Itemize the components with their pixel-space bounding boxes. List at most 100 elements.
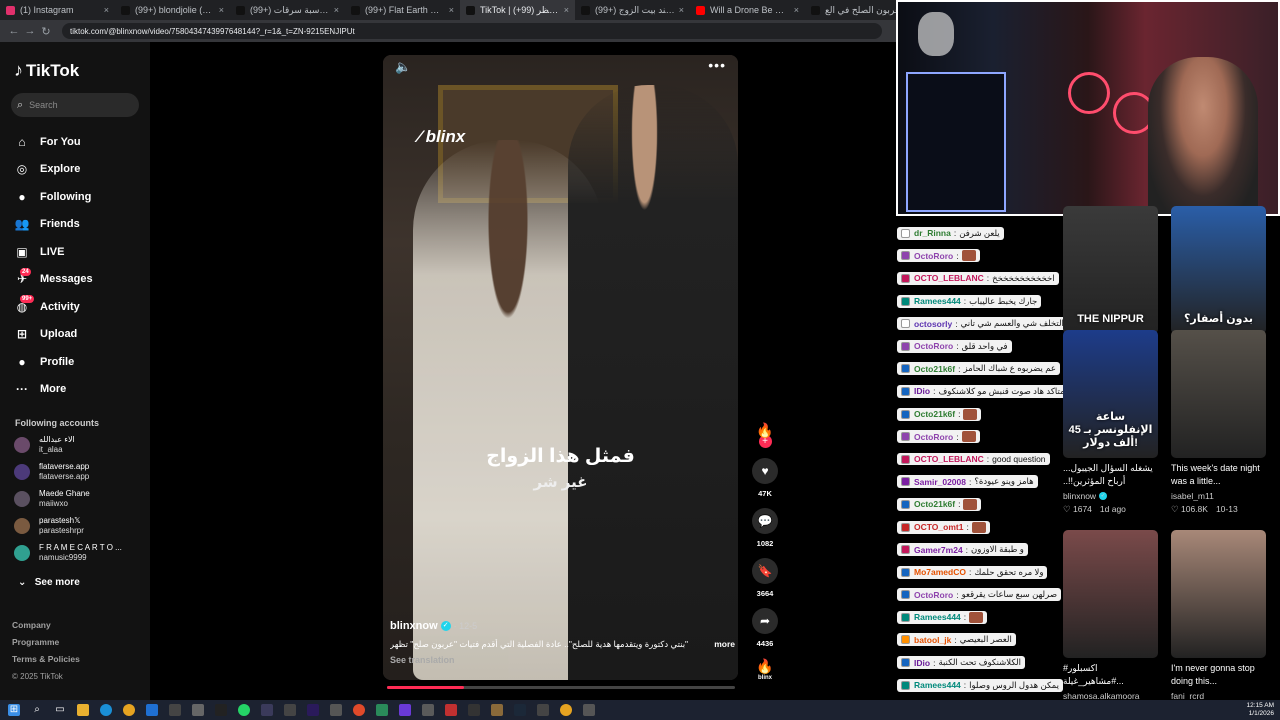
whatsapp-icon[interactable] [238,704,250,716]
chrome-icon[interactable] [560,704,572,716]
following-account[interactable]: الاء عبدالله it_alaa [14,434,144,456]
video-thumbnail[interactable]: بدون أصفار؟ [1171,206,1266,334]
tab-close-icon[interactable]: × [794,5,799,15]
app-icon[interactable] [215,704,227,716]
task-view-icon[interactable]: ▭ [54,704,66,716]
share-icon[interactable]: ➦ [752,608,778,634]
nav-item-messages[interactable]: ✈ 24 Messages [14,266,146,294]
browser-tab[interactable]: (99+) blondjolie (@blondjolie × [115,0,230,20]
following-account[interactable]: flataverse.app flataverse.app [14,461,144,483]
following-account[interactable]: parastesh𝕏 parasteshrpr [14,515,144,537]
nav-item-activity[interactable]: ◍ 99+ Activity [14,293,146,321]
footer-link-programme[interactable]: Programme [12,634,80,651]
search-icon[interactable]: ⌕ [31,704,43,716]
more-options-icon[interactable]: ••• [708,57,726,73]
video-username[interactable]: blinxnow [1063,491,1096,501]
video-thumbnail[interactable] [1063,530,1158,658]
browser-tab[interactable]: (99+) Flat Earth Challenge: De × [345,0,460,20]
nav-item-profile[interactable]: ● Profile [14,348,146,376]
app-icon[interactable] [169,704,181,716]
video-username[interactable]: fani_rcrd [1171,691,1204,700]
tab-close-icon[interactable]: × [219,5,224,15]
premiere-icon[interactable] [307,704,319,716]
reload-icon[interactable]: ↻ [38,25,54,38]
mail-icon[interactable] [146,704,158,716]
tab-title: (99+) blondjolie (@blondjolie [135,5,215,15]
related-video-card[interactable]: ساعة الإنفلونسر بـ 45 ألف دولار! يشغله ال… [1063,330,1158,515]
video-thumbnail[interactable]: THE NIPPUR [1063,206,1158,334]
related-video-card[interactable]: I'm never gonna stop doing this... fani_r… [1171,530,1266,700]
related-video-card[interactable]: This week's date night was a little... is… [1171,330,1266,515]
app-icon[interactable] [491,704,503,716]
forward-icon[interactable]: → [22,25,38,37]
app-icon[interactable] [376,704,388,716]
see-translation-link[interactable]: See translation [390,655,735,665]
nav-item-for-you[interactable]: ⌂ For You [14,128,146,156]
nav-item-upload[interactable]: ⊞ Upload [14,321,146,349]
chrome-icon[interactable] [123,704,135,716]
following-account[interactable]: F R A M E C A R T O ... namusic9999 [14,542,144,564]
app-icon[interactable] [445,704,457,716]
volume-icon[interactable]: 🔈 [395,59,411,75]
app-icon[interactable] [399,704,411,716]
steam-icon[interactable] [514,704,526,716]
more-link[interactable]: more [714,639,735,650]
app-icon[interactable] [422,704,434,716]
nav-item-friends[interactable]: 👥 Friends [14,211,146,239]
video-thumbnail[interactable] [1171,530,1266,658]
video-thumbnail[interactable]: ساعة الإنفلونسر بـ 45 ألف دولار! [1063,330,1158,458]
comment-icon[interactable]: 💬 [752,508,778,534]
video-progress-bar[interactable] [387,686,735,689]
chat-emote-icon [961,431,976,443]
search-input[interactable]: ⌕ Search [11,93,139,117]
browser-tab[interactable]: (99+) مطالبات بمحاسبة سرقات × [230,0,345,20]
chat-user-badge-icon [901,251,910,261]
footer-link-company[interactable]: Company [12,617,80,634]
app-icon[interactable] [583,704,595,716]
nav-item-more[interactable]: ··· More [14,376,146,404]
see-more-button[interactable]: ⌄ See more [18,577,80,588]
app-icon[interactable] [192,704,204,716]
tab-close-icon[interactable]: × [679,5,684,15]
video-username[interactable]: shamosa.alkamoora [1063,691,1140,700]
browser-tab[interactable]: TikTok | المهدي المنتظر (99+) × [460,0,575,20]
like-icon[interactable]: ♥ [752,458,778,484]
following-account[interactable]: Maede Ghane maiiwxo [14,488,144,510]
related-video-card[interactable]: اكسبلور# #مشاهير_غيلة... shamosa.alkamoor… [1063,530,1158,700]
browser-tab[interactable]: (99+) تهويلك غير عند بيت الزوج × [575,0,690,20]
app-icon[interactable] [284,704,296,716]
sound-disc-icon[interactable]: 🔥 [751,658,779,675]
back-icon[interactable]: ← [6,25,22,37]
video-thumbnail[interactable] [1171,330,1266,458]
chat-separator: : [963,612,967,623]
tab-close-icon[interactable]: × [449,5,454,15]
nav-item-live[interactable]: ▣ LIVE [14,238,146,266]
app-icon[interactable] [330,704,342,716]
app-icon[interactable] [537,704,549,716]
windows-start-icon[interactable]: ⊞ [8,704,20,716]
tab-favicon-icon [581,5,590,15]
tab-close-icon[interactable]: × [104,5,109,15]
browser-tab[interactable]: Will a Drone Be Pushed Back × [690,0,805,20]
nav-item-explore[interactable]: ◎ Explore [14,156,146,184]
account-name: flataverse.app [39,462,90,471]
tab-close-icon[interactable]: × [564,5,569,15]
browser-tab[interactable]: عربون الصلح في الع× [805,0,896,20]
video-username[interactable]: isabel_m11 [1171,491,1214,501]
app-icon[interactable] [468,704,480,716]
video-player[interactable]: ⁄ blinx 🔈 ••• فمثل هذا الزواج غير شر bli… [383,55,738,680]
nav-item-following[interactable]: ● Following [14,183,146,211]
tiktok-logo[interactable]: ♪ TikTok [14,60,79,81]
address-bar[interactable]: tiktok.com/@blinxnow/video/7580434743997… [62,23,882,39]
system-clock[interactable]: 12:15 AM 1/1/2026 [1247,702,1274,718]
app-icon[interactable] [261,704,273,716]
tab-close-icon[interactable]: × [334,5,339,15]
bookmark-icon[interactable]: 🔖 [752,558,778,584]
footer-link-terms[interactable]: Terms & Policies [12,651,80,668]
browser-tab[interactable]: (1) Instagram × [0,0,115,20]
tiktok-note-icon: ♪ [14,60,23,80]
author-name[interactable]: blinxnow [390,620,438,632]
edge-icon[interactable] [100,704,112,716]
file-explorer-icon[interactable] [77,704,89,716]
app-icon[interactable] [353,704,365,716]
